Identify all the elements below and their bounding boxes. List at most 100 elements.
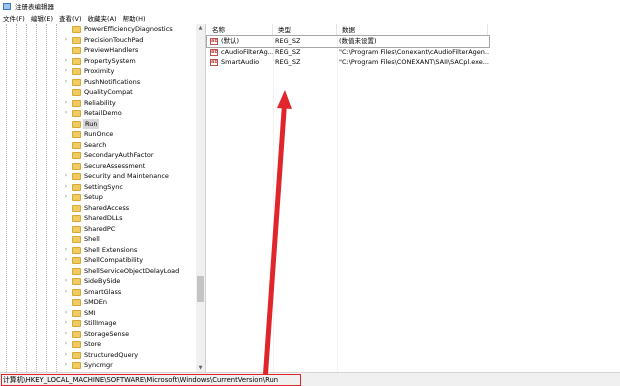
folder-icon bbox=[72, 78, 81, 86]
tree-item-syncmgr[interactable]: › Syncmgr bbox=[0, 360, 196, 371]
tree-item-shell-extensions[interactable]: › Shell Extensions bbox=[0, 245, 196, 256]
column-type-header[interactable]: 类型 bbox=[273, 24, 337, 36]
tree-item-label: QualityCompat bbox=[84, 88, 133, 96]
folder-icon bbox=[72, 288, 81, 296]
tree-item-precisiontouchpad[interactable]: › PrecisionTouchPad bbox=[0, 35, 196, 46]
expand-chevron-icon[interactable]: › bbox=[63, 339, 69, 349]
expand-chevron-icon[interactable]: › bbox=[63, 171, 69, 181]
expand-chevron-icon[interactable]: › bbox=[63, 329, 69, 339]
string-value-icon: ab bbox=[210, 38, 218, 45]
tree-item-label: Run bbox=[83, 118, 100, 129]
tree-item-sharedaccess[interactable]: SharedAccess bbox=[0, 203, 196, 214]
expand-chevron-icon[interactable]: › bbox=[63, 360, 69, 370]
folder-icon bbox=[72, 320, 81, 327]
menu-favorites[interactable]: 收藏夹(A) bbox=[88, 13, 117, 23]
column-name-header[interactable]: 名称 bbox=[207, 24, 273, 36]
expand-chevron-icon[interactable]: › bbox=[63, 255, 69, 265]
tree-item-settingsync[interactable]: › SettingSync bbox=[0, 182, 196, 193]
folder-icon bbox=[72, 57, 81, 65]
value-row-default[interactable]: ab (默认) REG_SZ (数值未设置) bbox=[206, 35, 490, 48]
value-list-pane[interactable]: 名称 类型 数据 ab (默认) REG_SZ (数值未设置) ab cAudi… bbox=[206, 24, 620, 372]
expand-chevron-icon[interactable]: › bbox=[63, 350, 69, 360]
folder-icon bbox=[72, 47, 81, 54]
menu-edit[interactable]: 编辑(E) bbox=[31, 13, 53, 23]
expand-chevron-icon[interactable]: › bbox=[63, 192, 69, 202]
tree-item-setup[interactable]: › Setup bbox=[0, 192, 196, 203]
tree-item-shellcompatibility[interactable]: › ShellCompatibility bbox=[0, 255, 196, 266]
folder-icon bbox=[72, 215, 81, 222]
tree-item-structuredquery[interactable]: › StructuredQuery bbox=[0, 350, 196, 361]
tree-list: PowerEfficiencyDiagnostics › PrecisionTouc… bbox=[0, 24, 196, 371]
tree-item-label: StillImage bbox=[84, 319, 117, 327]
value-name: cAudioFilterAg... bbox=[221, 47, 273, 56]
expand-chevron-icon[interactable]: › bbox=[63, 35, 69, 45]
tree-item-shell[interactable]: Shell bbox=[0, 234, 196, 245]
folder-icon bbox=[72, 204, 81, 212]
folder-icon bbox=[72, 131, 81, 138]
folder-icon bbox=[72, 351, 81, 359]
expand-chevron-icon[interactable]: › bbox=[63, 108, 69, 118]
menu-help[interactable]: 帮助(H) bbox=[123, 13, 146, 23]
tree-item-pushnotifications[interactable]: › PushNotifications bbox=[0, 77, 196, 88]
tree-item-secureassessment[interactable]: SecureAssessment bbox=[0, 161, 196, 172]
folder-icon bbox=[72, 110, 81, 117]
string-value-icon: ab bbox=[210, 59, 218, 66]
tree-item-store[interactable]: › Store bbox=[0, 339, 196, 350]
tree-scroll-thumb[interactable] bbox=[197, 276, 204, 302]
tree-item-previewhandlers[interactable]: PreviewHandlers bbox=[0, 45, 196, 56]
expand-chevron-icon[interactable]: › bbox=[63, 182, 69, 192]
expand-chevron-icon[interactable]: › bbox=[63, 66, 69, 76]
tree-item-label: SmartGlass bbox=[84, 287, 122, 296]
tree-item-stillimage[interactable]: › StillImage bbox=[0, 318, 196, 329]
tree-item-label: SMI bbox=[84, 308, 96, 317]
column-data-header[interactable]: 数据 bbox=[337, 24, 488, 36]
expand-chevron-icon[interactable]: › bbox=[63, 276, 69, 286]
expand-chevron-icon[interactable]: › bbox=[63, 77, 69, 87]
expand-chevron-icon[interactable]: › bbox=[63, 245, 69, 255]
tree-item-sharedpc[interactable]: SharedPC bbox=[0, 224, 196, 235]
folder-icon bbox=[72, 173, 81, 180]
folder-icon bbox=[72, 120, 81, 128]
scroll-up-icon[interactable]: ▲ bbox=[196, 24, 205, 32]
expand-chevron-icon[interactable]: › bbox=[63, 308, 69, 318]
tree-item-label: RunOnce bbox=[84, 130, 114, 138]
expand-chevron-icon[interactable]: › bbox=[63, 56, 69, 66]
expand-chevron-icon[interactable]: › bbox=[63, 287, 69, 297]
value-type: REG_SZ bbox=[275, 37, 301, 45]
expand-chevron-icon[interactable]: › bbox=[63, 98, 69, 108]
tree-item-storagesense[interactable]: › StorageSense bbox=[0, 329, 196, 340]
tree-item-qualitycompat[interactable]: QualityCompat bbox=[0, 87, 196, 98]
tree-item-proximity[interactable]: › Proximity bbox=[0, 66, 196, 77]
tree-item-shareddlls[interactable]: SharedDLLs bbox=[0, 213, 196, 224]
tree-item-smi[interactable]: › SMI bbox=[0, 308, 196, 319]
tree-item-sidebyside[interactable]: › SideBySide bbox=[0, 276, 196, 287]
tree-item-search[interactable]: Search bbox=[0, 140, 196, 151]
tree-item-reliability[interactable]: › Reliability bbox=[0, 98, 196, 109]
tree-item-smden[interactable]: SMDEn bbox=[0, 297, 196, 308]
folder-icon bbox=[72, 299, 81, 306]
string-value-icon: ab bbox=[210, 48, 218, 56]
value-data: "C:\Program Files\Conexant\cAudioFilterA… bbox=[339, 47, 489, 56]
value-row-smartaudio[interactable]: ab SmartAudio REG_SZ "C:\Program Files\C… bbox=[207, 57, 620, 68]
tree-item-run[interactable]: Run bbox=[0, 118, 196, 129]
tree-item-security-and-maintenance[interactable]: › Security and Maintenance bbox=[0, 171, 196, 182]
tree-item-smartglass[interactable]: › SmartGlass bbox=[0, 287, 196, 298]
tree-item-secondaryauthfactor[interactable]: SecondaryAuthFactor bbox=[0, 150, 196, 161]
tree-item-shellserviceobjectdelayload[interactable]: ShellServiceObjectDelayLoad bbox=[0, 266, 196, 277]
menu-view[interactable]: 查看(V) bbox=[59, 13, 82, 23]
key-tree-pane[interactable]: PowerEfficiencyDiagnostics › PrecisionTouc… bbox=[0, 24, 206, 372]
tree-item-retaildemo[interactable]: › RetailDemo bbox=[0, 108, 196, 119]
menu-file[interactable]: 文件(F) bbox=[3, 13, 25, 23]
tree-item-propertysystem[interactable]: › PropertySystem bbox=[0, 56, 196, 67]
tree-item-powerefficiencydiagnostics[interactable]: PowerEfficiencyDiagnostics bbox=[0, 24, 196, 35]
tree-item-runonce[interactable]: RunOnce bbox=[0, 129, 196, 140]
tree-item-label: SecondaryAuthFactor bbox=[84, 151, 154, 159]
tree-item-label: PowerEfficiencyDiagnostics bbox=[84, 25, 173, 33]
scroll-down-icon[interactable]: ▼ bbox=[196, 364, 205, 372]
tree-scrollbar[interactable]: ▲ ▼ bbox=[196, 24, 205, 372]
value-row-caudiofilteragent[interactable]: ab cAudioFilterAg... REG_SZ "C:\Program … bbox=[207, 47, 620, 58]
expand-chevron-icon[interactable]: › bbox=[63, 318, 69, 328]
column-separator bbox=[273, 36, 274, 372]
value-data: (数值未设置) bbox=[339, 37, 377, 45]
tree-item-label: SecureAssessment bbox=[84, 161, 146, 170]
